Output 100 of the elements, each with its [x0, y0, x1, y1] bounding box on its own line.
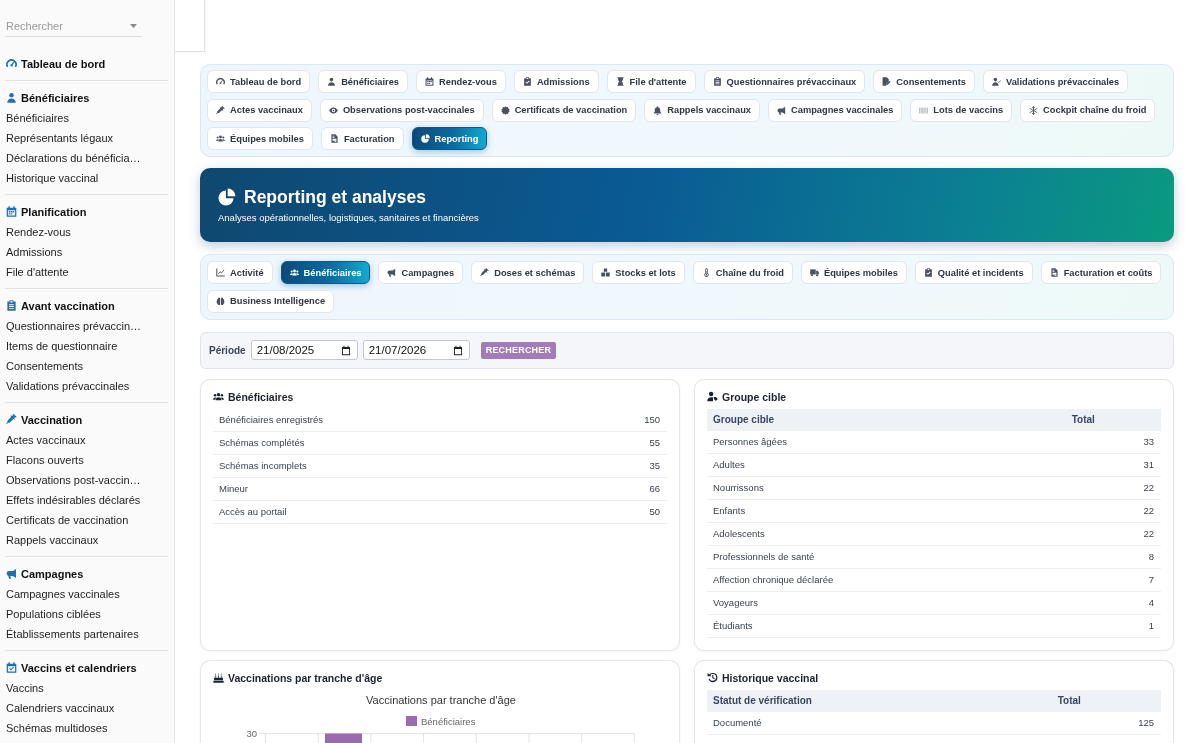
report-tab[interactable]: Chaîne du froid — [692, 261, 793, 284]
gauge-icon — [216, 77, 225, 86]
sidebar-item[interactable]: File d'attente — [5, 262, 168, 282]
sidebar-item[interactable]: Représentants légaux — [5, 128, 168, 148]
card-title: Historique vaccinal — [722, 671, 819, 684]
column-header: Total — [1051, 689, 1161, 712]
section-title[interactable]: Campagnes — [21, 567, 84, 580]
sidebar-item[interactable]: Actes vaccinaux — [5, 430, 168, 450]
report-tab[interactable]: Facturation et coûts — [1040, 261, 1162, 284]
clipboard-icon — [712, 77, 722, 86]
nav-tab[interactable]: Rappels vaccinaux — [644, 98, 760, 122]
document-pen-icon — [882, 77, 892, 86]
table-cell: Adolescents — [707, 522, 1066, 545]
table-cell: Professionnels de santé — [707, 545, 1066, 568]
section-title[interactable]: Bénéficiaires — [21, 91, 90, 104]
group-icon — [289, 268, 299, 277]
group-icon — [216, 134, 225, 143]
person-tag-icon — [707, 391, 718, 402]
hourglass-icon — [615, 77, 625, 86]
sidebar-item[interactable]: Certificats de vaccination — [5, 510, 168, 530]
sidebar-item[interactable]: Populations ciblées — [5, 604, 168, 624]
table-cell: 1 — [1065, 614, 1161, 637]
stat-value: 66 — [649, 483, 660, 494]
sidebar-item[interactable]: Observations post-vaccin… — [5, 470, 168, 490]
sidebar-item[interactable]: Admissions — [5, 242, 168, 262]
sidebar-item[interactable]: Items de questionnaire — [5, 336, 168, 356]
report-tab[interactable]: Équipes mobiles — [800, 261, 907, 284]
sidebar-item[interactable]: Calendriers vaccinaux — [5, 698, 168, 718]
nav-tab[interactable]: Facturation — [320, 127, 404, 150]
sidebar-item[interactable]: Vaccins — [5, 678, 168, 698]
calendar-icon — [6, 206, 17, 217]
nav-tab[interactable]: Consentements — [873, 70, 975, 93]
nav-tab[interactable]: Admissions — [513, 70, 599, 93]
sidebar-item[interactable]: Bénéficiaires — [5, 108, 168, 128]
nav-tab[interactable]: Validations prévaccinales — [983, 70, 1129, 93]
nav-tab[interactable]: Campagnes vaccinales — [768, 98, 903, 122]
sidebar-item[interactable]: Rappels vaccinaux — [5, 530, 168, 550]
nav-tab[interactable]: Lots de vaccins — [910, 98, 1013, 122]
sidebar-item[interactable]: Flacons ouverts — [5, 450, 168, 470]
line-chart-icon — [216, 268, 225, 277]
report-tab[interactable]: Business Intelligence — [207, 289, 335, 313]
report-tab[interactable]: Campagnes — [378, 261, 464, 284]
table-cell: Documenté — [707, 711, 1052, 734]
sidebar-item[interactable]: Effets indésirables déclarés — [5, 490, 168, 510]
stat-label: Bénéficiaires enregistrés — [219, 414, 324, 425]
megaphone-icon — [387, 268, 397, 277]
report-tab[interactable]: Qualité et incidents — [914, 261, 1033, 284]
stat-value: 150 — [644, 414, 660, 425]
table-cell: 125 — [1051, 711, 1161, 734]
sidebar-item[interactable]: Campagnes vaccinales — [5, 584, 168, 604]
nav-tab[interactable]: Questionnaires prévaccinaux — [703, 70, 866, 93]
card-title: Bénéficiaires — [228, 390, 294, 403]
section-title[interactable]: Vaccins et calendriers — [21, 661, 137, 674]
nav-tab[interactable]: Rendez-vous — [416, 70, 506, 93]
table-cell: 8 — [1065, 545, 1161, 568]
nav-tab[interactable]: Tableau de bord — [207, 70, 311, 93]
hero-subtitle: Analyses opérationnelles, logistiques, sanitaires et financières — [218, 212, 480, 224]
table-cell: Affection chronique déclarée — [707, 568, 1066, 591]
document-icon — [1049, 268, 1059, 277]
nav-tab[interactable]: Observations post-vaccinales — [319, 98, 484, 122]
sidebar-item[interactable]: Questionnaires prévaccin… — [5, 316, 168, 336]
stat-label: Schémas complétés — [219, 437, 305, 448]
clipboard-icon — [6, 300, 17, 311]
boxes-icon — [601, 268, 611, 277]
report-tab[interactable]: Doses et schémas — [471, 261, 585, 284]
sidebar-item[interactable]: Validations prévaccinales — [5, 376, 168, 396]
gauge-icon — [6, 58, 17, 69]
sidebar-item[interactable]: Historique vaccinal — [5, 168, 168, 188]
nav-tab[interactable]: Reporting — [411, 127, 488, 150]
column-header: Statut de vérification — [707, 689, 1052, 712]
cake-icon — [213, 672, 224, 683]
section-title[interactable]: Avant vaccination — [21, 299, 115, 312]
sidebar-item[interactable]: Rendez-vous — [5, 222, 168, 242]
seal-icon — [500, 105, 510, 115]
nav-tab[interactable]: Certificats de vaccination — [491, 98, 637, 122]
group-icon — [213, 391, 224, 402]
pie-chart-icon — [218, 188, 236, 206]
section-title[interactable]: Tableau de bord — [21, 57, 106, 70]
nav-tab[interactable]: Bénéficiaires — [318, 70, 408, 93]
table-cell: 31 — [1065, 453, 1161, 476]
section-title[interactable]: Vaccination — [21, 413, 83, 426]
nav-tab[interactable]: Cockpit chaîne du froid — [1020, 98, 1156, 122]
nav-tab[interactable]: Actes vaccinaux — [207, 98, 312, 122]
bell-icon — [653, 105, 663, 115]
date-field[interactable]: 21/07/2026 — [362, 340, 470, 360]
thermometer-icon — [701, 268, 711, 277]
sidebar-item[interactable]: Établissements partenaires — [5, 624, 168, 644]
sidebar-item[interactable]: Déclarations du bénéficia… — [5, 148, 168, 168]
stat-value: 50 — [649, 506, 660, 517]
section-title[interactable]: Planification — [21, 205, 87, 218]
column-header: Total — [1065, 408, 1161, 431]
report-tab[interactable]: Activité — [207, 261, 273, 284]
sidebar-item[interactable]: Schémas multidoses — [5, 718, 168, 738]
table-cell: 22 — [1065, 522, 1161, 545]
report-tab[interactable]: Stocks et lots — [592, 261, 685, 284]
report-tab[interactable]: Bénéficiaires — [280, 261, 371, 284]
nav-tab[interactable]: Équipes mobiles — [207, 127, 313, 150]
nav-tab[interactable]: File d'attente — [606, 70, 696, 93]
date-field[interactable]: 21/08/2025 — [250, 340, 358, 360]
sidebar-item[interactable]: Consentements — [5, 356, 168, 376]
